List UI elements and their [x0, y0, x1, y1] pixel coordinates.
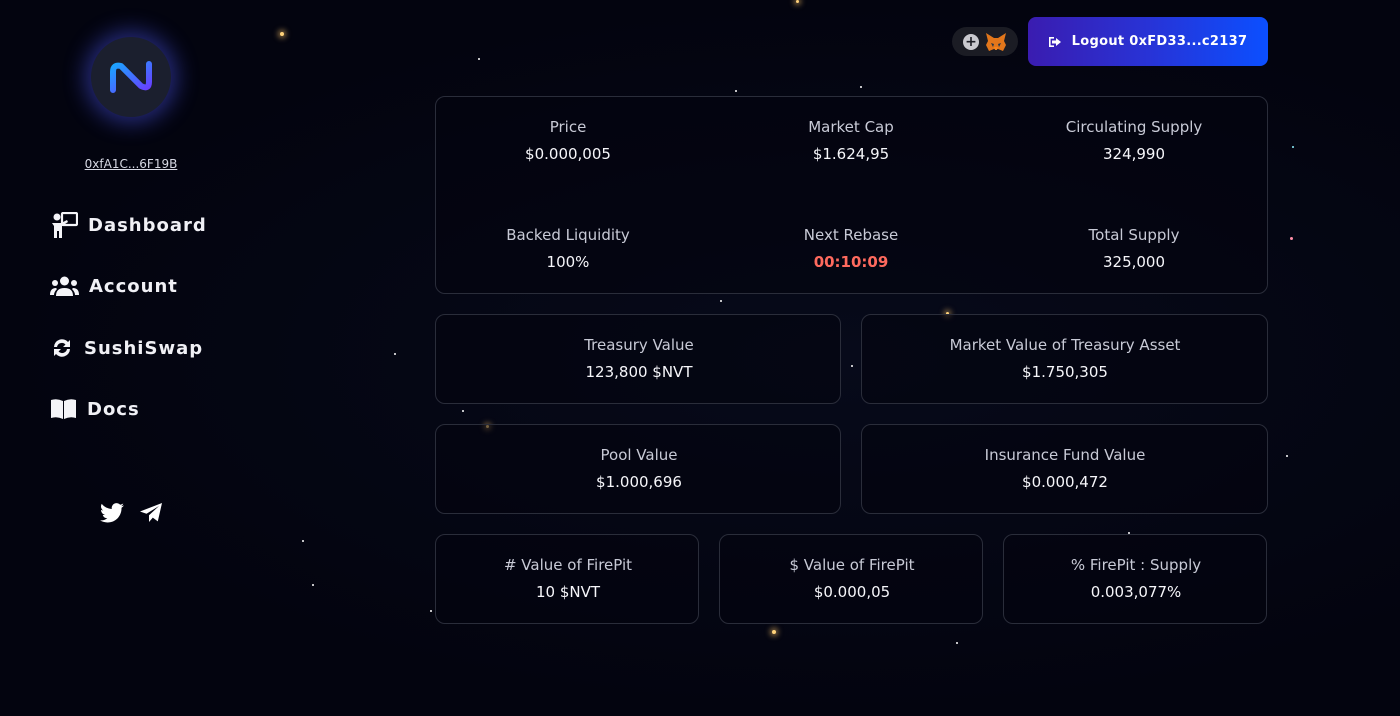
stat-value: 123,800 $NVT: [585, 363, 693, 381]
stat-market-value-treasury: Market Value of Treasury Asset $1.750,30…: [919, 335, 1211, 382]
nav-label-account: Account: [89, 275, 178, 297]
stat-label: Market Value of Treasury Asset: [949, 336, 1181, 354]
nav-item-dashboard[interactable]: Dashboard: [50, 212, 207, 238]
stat-pool-value: Pool Value $1.000,696: [509, 445, 769, 492]
stat-market-cap: Market Cap $1.624,95: [721, 117, 981, 164]
stat-price: Price $0.000,005: [438, 117, 698, 164]
nav-label-docs: Docs: [87, 398, 140, 420]
stat-treasury-value: Treasury Value 123,800 $NVT: [509, 335, 769, 382]
nav-label-sushiswap: SushiSwap: [84, 337, 204, 359]
stat-value: $0.000,05: [813, 583, 891, 601]
stat-value: $1.624,95: [812, 145, 890, 163]
stat-label: # Value of FirePit: [503, 556, 633, 574]
stat-firepit-count: # Value of FirePit 10 $NVT: [438, 555, 698, 602]
stat-insurance-fund: Insurance Fund Value $0.000,472: [935, 445, 1195, 492]
stat-value: 324,990: [1102, 145, 1166, 163]
stat-label: Market Cap: [808, 118, 894, 136]
users-icon: [50, 276, 79, 296]
logout-label: Logout 0xFD33...c2137: [1071, 34, 1248, 49]
stat-label: Pool Value: [600, 446, 678, 464]
stat-value: $1.750,305: [1022, 363, 1108, 381]
wallet-address-link[interactable]: 0xfA1C...6F19B: [0, 157, 262, 171]
stat-circulating-supply: Circulating Supply 324,990: [1004, 117, 1264, 164]
metamask-fox-icon[interactable]: [985, 32, 1007, 52]
nav-item-docs[interactable]: Docs: [50, 398, 140, 420]
rebase-countdown: 00:10:09: [813, 253, 889, 271]
logo-n-icon: [110, 61, 152, 93]
stat-value: $0.000,472: [1022, 473, 1108, 491]
stat-value: $1.000,696: [596, 473, 682, 491]
twitter-icon[interactable]: [100, 502, 124, 524]
pool-value-card: Pool Value $1.000,696: [435, 424, 841, 514]
stat-label: Insurance Fund Value: [984, 446, 1146, 464]
stat-label: % FirePit : Supply: [1070, 556, 1202, 574]
stat-value: 100%: [546, 253, 590, 271]
app-root: 0xfA1C...6F19B Dashboard Account SushiSw…: [0, 0, 1400, 716]
book-icon: [51, 399, 76, 419]
stat-label: Backed Liquidity: [506, 226, 630, 244]
treasury-value-card: Treasury Value 123,800 $NVT: [435, 314, 841, 404]
firepit-supply-card: % FirePit : Supply 0.003,077%: [1003, 534, 1267, 624]
market-value-card: Market Value of Treasury Asset $1.750,30…: [861, 314, 1268, 404]
stat-label: Total Supply: [1088, 226, 1180, 244]
plus-icon[interactable]: +: [963, 33, 979, 50]
stat-firepit-dollar: $ Value of FirePit $0.000,05: [722, 555, 982, 602]
firepit-count-card: # Value of FirePit 10 $NVT: [435, 534, 699, 624]
social-links: [100, 502, 163, 524]
firepit-dollar-card: $ Value of FirePit $0.000,05: [719, 534, 983, 624]
stat-label: Circulating Supply: [1065, 118, 1203, 136]
stat-label: Treasury Value: [584, 336, 694, 354]
nav-item-account[interactable]: Account: [50, 274, 178, 298]
nav-label-dashboard: Dashboard: [88, 214, 207, 236]
stat-value: 325,000: [1102, 253, 1166, 271]
brand-logo[interactable]: [91, 37, 171, 117]
stat-backed-liquidity: Backed Liquidity 100%: [438, 225, 698, 272]
stat-firepit-supply: % FirePit : Supply 0.003,077%: [1006, 555, 1266, 602]
stat-label: $ Value of FirePit: [789, 556, 915, 574]
logout-icon: [1048, 36, 1061, 47]
insurance-fund-card: Insurance Fund Value $0.000,472: [861, 424, 1268, 514]
stat-label: Price: [549, 118, 587, 136]
presenter-icon: [52, 212, 78, 238]
logout-button[interactable]: Logout 0xFD33...c2137: [1028, 17, 1268, 66]
wallet-tools: +: [952, 27, 1018, 56]
overview-card: Price $0.000,005 Market Cap $1.624,95 Ci…: [435, 96, 1268, 294]
stat-value: $0.000,005: [525, 145, 611, 163]
stat-next-rebase: Next Rebase 00:10:09: [721, 225, 981, 272]
stat-value: 10 $NVT: [535, 583, 601, 601]
sidebar: 0xfA1C...6F19B Dashboard Account SushiSw…: [0, 0, 262, 716]
stat-value: 0.003,077%: [1090, 583, 1182, 601]
nav-item-sushiswap[interactable]: SushiSwap: [50, 336, 203, 360]
sync-icon: [54, 339, 70, 357]
stat-label: Next Rebase: [803, 226, 899, 244]
telegram-icon[interactable]: [139, 502, 163, 524]
stat-total-supply: Total Supply 325,000: [1004, 225, 1264, 272]
